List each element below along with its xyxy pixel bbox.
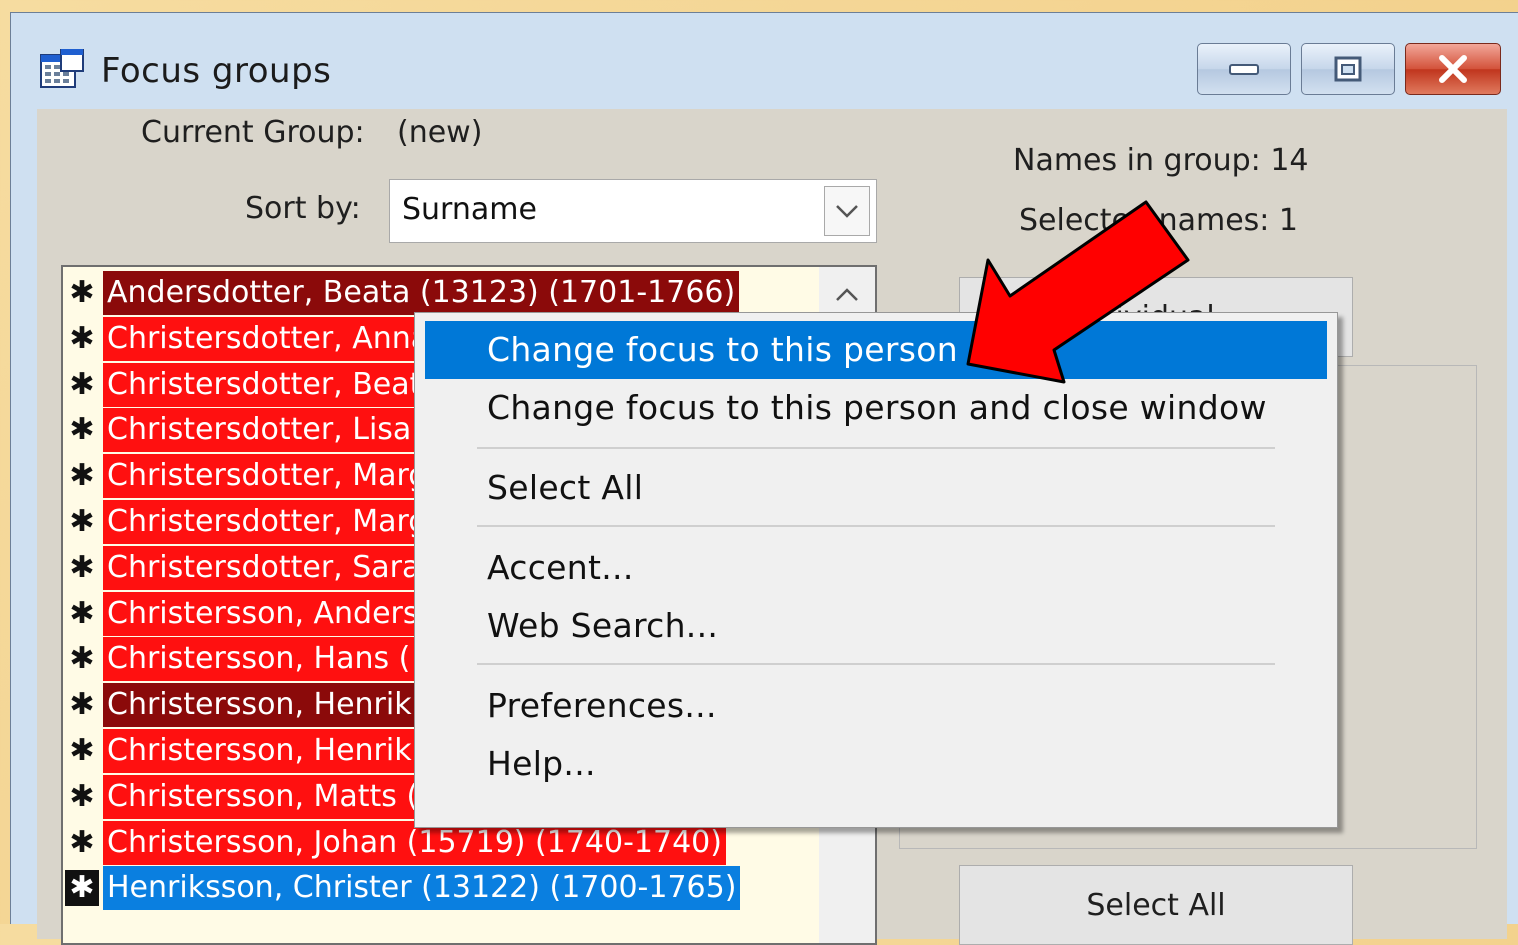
sort-dropdown-button[interactable] bbox=[824, 186, 870, 236]
sort-by-label: Sort by: bbox=[245, 191, 361, 226]
menu-separator bbox=[477, 525, 1275, 527]
menu-item-label: Select All bbox=[487, 468, 644, 507]
names-in-group-count: Names in group: 14 bbox=[1013, 143, 1309, 178]
asterisk-icon: ✱ bbox=[69, 549, 95, 585]
asterisk-icon: ✱ bbox=[69, 275, 95, 310]
asterisk-icon: ✱ bbox=[69, 733, 95, 768]
menu-item-web-search[interactable]: Web Search... bbox=[425, 597, 1327, 655]
title-bar[interactable]: Focus groups bbox=[11, 13, 1518, 109]
asterisk-icon: ✱ bbox=[69, 458, 95, 494]
list-item-label: Christersson, Hans ( bbox=[103, 637, 415, 682]
chevron-up-icon bbox=[836, 288, 858, 301]
menu-separator bbox=[477, 447, 1275, 449]
menu-item-accent[interactable]: Accent... bbox=[425, 539, 1327, 597]
current-group-label: Current Group: bbox=[141, 115, 365, 150]
asterisk-icon: ✱ bbox=[65, 870, 99, 907]
asterisk-icon: ✱ bbox=[69, 687, 95, 723]
chevron-down-icon bbox=[836, 205, 858, 218]
list-item-label: Andersdotter, Beata (13123) (1701-1766) bbox=[103, 271, 740, 315]
minimize-icon bbox=[1229, 64, 1259, 75]
select-all-button-label: Select All bbox=[1086, 887, 1226, 923]
maximize-icon bbox=[1334, 56, 1362, 82]
select-all-button[interactable]: Select All bbox=[959, 865, 1353, 945]
menu-item-preferences[interactable]: Preferences... bbox=[425, 677, 1327, 735]
menu-separator bbox=[477, 663, 1275, 665]
list-item-label: Christersdotter, Beata bbox=[103, 362, 444, 407]
grid-window-icon bbox=[40, 49, 84, 88]
menu-item-label: Accent... bbox=[487, 548, 634, 587]
minimize-button[interactable] bbox=[1197, 43, 1291, 95]
asterisk-icon: ✱ bbox=[69, 595, 95, 631]
scroll-up-button[interactable] bbox=[819, 273, 875, 317]
list-item-label: Christersson, Henrik bbox=[103, 683, 416, 728]
asterisk-icon: ✱ bbox=[69, 320, 95, 356]
asterisk-icon: ✱ bbox=[69, 824, 95, 860]
menu-item-label: Preferences... bbox=[487, 686, 717, 725]
menu-item-select-all[interactable]: Select All bbox=[425, 459, 1327, 517]
maximize-button[interactable] bbox=[1301, 43, 1395, 95]
list-item-label: Christersdotter, Anna bbox=[103, 316, 434, 361]
list-item-label: Christersson, Matts ( bbox=[103, 774, 423, 819]
list-item-label: Christersson, Anders bbox=[103, 591, 423, 636]
sort-by-select[interactable]: Surname bbox=[389, 179, 877, 243]
asterisk-icon: ✱ bbox=[69, 412, 95, 448]
list-item-label: Christersdotter, Sara bbox=[103, 545, 425, 590]
list-item-label: Christersdotter, Lisa bbox=[103, 408, 416, 453]
window-title: Focus groups bbox=[101, 51, 332, 91]
sort-by-value: Surname bbox=[402, 192, 537, 227]
asterisk-icon: ✱ bbox=[69, 366, 95, 402]
list-item[interactable]: ✱ Henriksson, Christer (13122) (1700-1765… bbox=[63, 866, 863, 911]
menu-item-label: Help... bbox=[487, 744, 596, 783]
close-button[interactable] bbox=[1405, 43, 1501, 95]
menu-item-help[interactable]: Help... bbox=[425, 735, 1327, 793]
annotation-arrow-icon bbox=[966, 200, 1190, 384]
list-item[interactable]: ✱ Andersdotter, Beata (13123) (1701-1766) bbox=[63, 271, 863, 315]
asterisk-icon: ✱ bbox=[69, 504, 95, 539]
current-group-value: (new) bbox=[397, 115, 483, 150]
asterisk-icon: ✱ bbox=[69, 641, 95, 677]
close-icon bbox=[1439, 55, 1467, 83]
list-item-label: Christersson, Henrik bbox=[103, 729, 416, 773]
context-menu: Change focus to this person Change focus… bbox=[414, 312, 1338, 828]
list-item-label: Henriksson, Christer (13122) (1700-1765) bbox=[103, 866, 741, 911]
menu-item-label: Change focus to this person bbox=[487, 330, 958, 369]
asterisk-icon: ✱ bbox=[69, 778, 95, 814]
menu-item-label: Web Search... bbox=[487, 606, 719, 645]
